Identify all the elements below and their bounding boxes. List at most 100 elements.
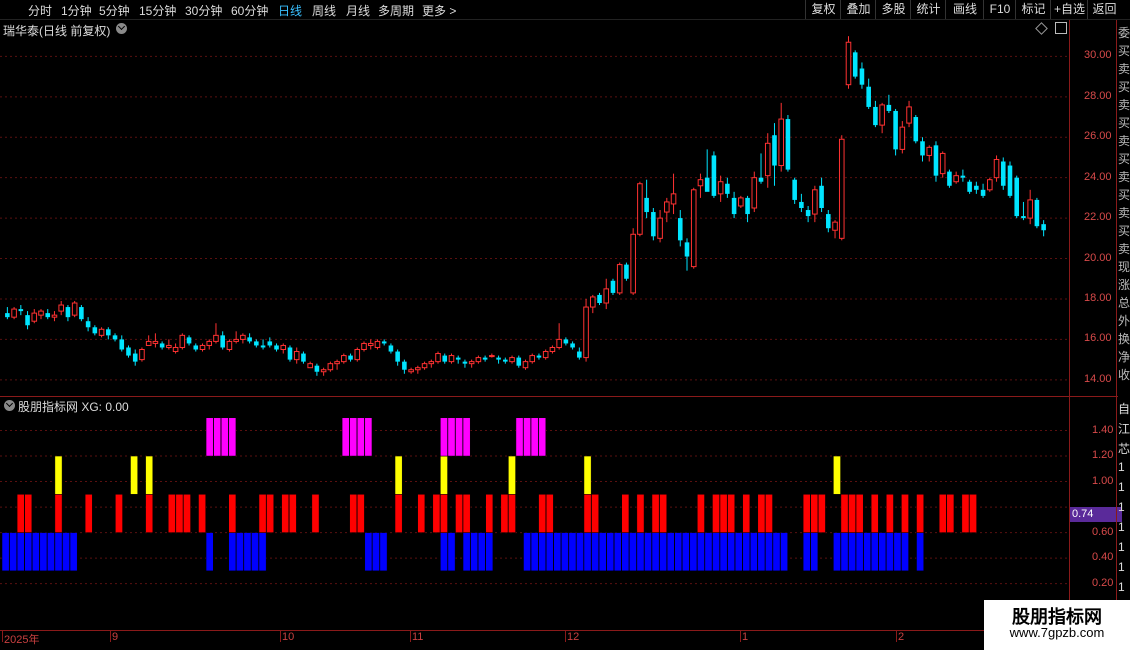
candle [920,137,925,162]
side-panel-label: 涨 [1118,278,1130,292]
tab-3[interactable]: 15分钟 [139,2,176,19]
signal-bar-red [288,494,297,533]
panel-divider [0,396,1118,397]
signal-bar-red [757,494,766,533]
candle [516,355,522,368]
candle [45,309,51,320]
signal-bar-blue [886,532,894,572]
toolbar-button-1[interactable]: 叠加 [840,0,876,19]
tab-4[interactable]: 30分钟 [185,2,222,19]
candle [455,355,461,364]
candle [247,333,252,344]
candle [993,155,1000,182]
candle [448,353,455,364]
candle [293,347,300,364]
toolbar-button-0[interactable]: 复权 [805,0,841,19]
candle [51,311,58,322]
signal-bar-magenta [356,417,365,457]
candle [220,331,225,350]
candle [886,94,892,113]
toolbar-button-3[interactable]: 统计 [910,0,946,19]
indicator-tick-label: 0.60 [1092,525,1114,538]
signal-bar-red [727,494,735,533]
toolbar-button-5[interactable]: F10 [983,0,1016,19]
candle [939,151,946,178]
signal-bar-blue [523,532,531,572]
signal-bar-red [840,494,849,533]
candle [522,359,529,370]
signal-bar-red [848,494,856,533]
signal-bar-blue [870,532,879,572]
signal-bar-magenta [455,417,463,457]
signal-bar-magenta [440,417,448,457]
candle [826,210,831,233]
price-tick-label: 22.00 [1084,211,1112,224]
candle [738,195,744,208]
candle [462,359,468,368]
date-tick-label: 2025年 [4,634,40,646]
tab-1[interactable]: 1分钟 [61,2,92,19]
signal-bar-red [697,494,705,533]
toolbar-button-4[interactable]: 画线 [945,0,984,19]
date-tick [2,630,3,642]
signal-bar-yellow [130,455,138,495]
candle [926,145,933,162]
candle [361,341,367,352]
tab-2[interactable]: 5分钟 [99,2,130,19]
candle [764,133,771,188]
candle [98,327,105,338]
signal-bar-red [175,494,184,533]
signal-bar-magenta [462,417,471,457]
signal-bar-magenta [220,417,229,457]
signal-bar-yellow [145,455,154,495]
candle [489,353,495,358]
candle [563,337,569,346]
candle [570,341,575,350]
signal-bar-blue [833,532,841,572]
indicator-current-value: 0.74 [1070,507,1122,522]
tab-7[interactable]: 周线 [312,2,336,19]
tab-6[interactable]: 日线 [278,2,302,19]
signal-bar-blue [251,532,259,572]
signal-bar-blue [54,532,63,572]
candle [799,193,804,213]
signal-bar-blue [629,532,637,572]
signal-bar-yellow [440,455,448,495]
date-tick-label: 1 [742,631,749,643]
signal-bar-red [961,494,970,533]
signal-bar-red [742,494,751,533]
toolbar-button-8[interactable]: 返回 [1087,0,1121,19]
side-panel-label: 卖 [1118,242,1130,256]
tab-0[interactable]: 分时 [28,2,52,19]
candle [731,191,737,219]
signal-bar-red [538,494,547,533]
candle [206,339,213,350]
toolbar-button-6[interactable]: 标记 [1015,0,1051,19]
candle [838,135,845,241]
toolbar-button-7[interactable]: +自选 [1050,0,1088,19]
candle [233,331,239,344]
candlestick-chart [0,36,1068,381]
signal-bar-red [84,494,93,533]
signal-bar-red [168,494,176,533]
side-panel-lower-label: 芯 [1118,442,1130,456]
tab-10[interactable]: 更多 > [422,2,456,19]
signal-bar-blue [840,532,849,572]
candle [65,305,71,322]
signal-bar-blue [644,532,652,572]
signal-bar-blue [568,532,577,572]
candle [536,353,542,360]
signal-bar-blue [31,532,40,572]
signal-bar-blue [62,532,70,572]
tab-8[interactable]: 月线 [346,2,370,19]
signal-bar-blue [878,532,887,572]
toolbar-button-2[interactable]: 多股 [875,0,911,19]
tab-5[interactable]: 60分钟 [231,2,268,19]
signal-bar-red [455,494,463,533]
signal-bar-red [818,494,826,533]
candle [320,367,327,376]
tab-9[interactable]: 多周期 [378,2,414,19]
candle [388,343,394,354]
signal-bar-red [591,494,599,533]
candle [71,300,78,318]
